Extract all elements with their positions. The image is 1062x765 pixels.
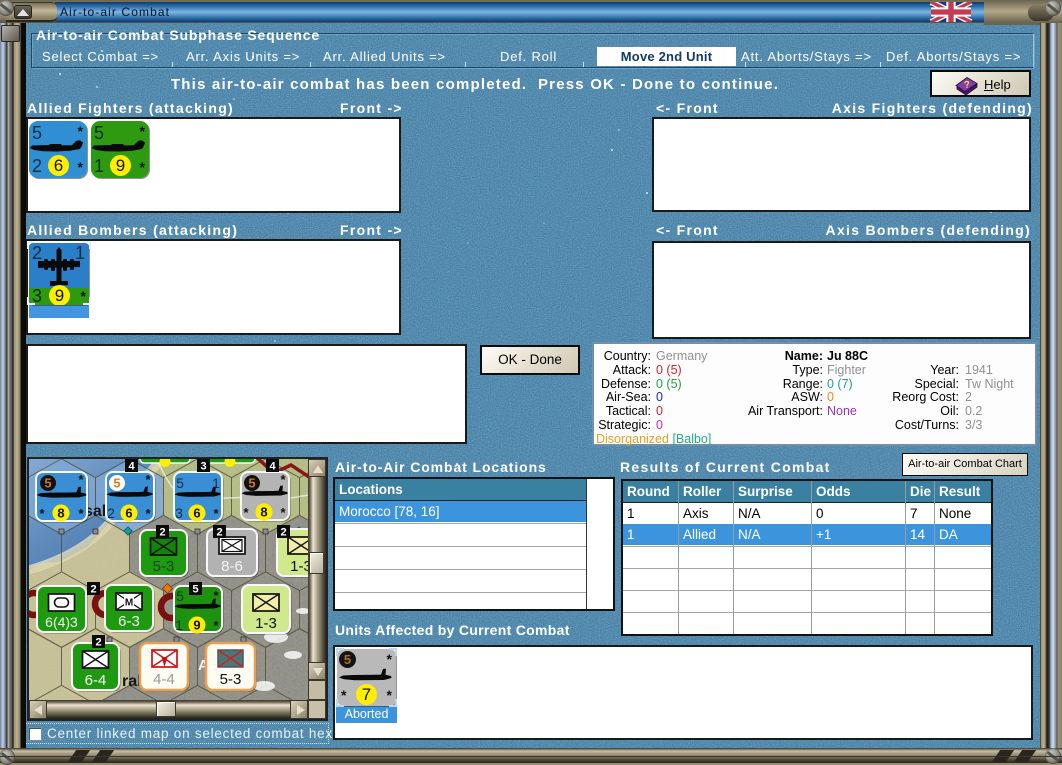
svg-text:8: 8 [260, 505, 267, 520]
svg-text:8-6: 8-6 [221, 558, 243, 575]
svg-text:2: 2 [107, 505, 115, 521]
svg-text:2: 2 [95, 637, 101, 649]
svg-text:5: 5 [192, 584, 198, 596]
svg-text:1-3: 1-3 [255, 615, 277, 632]
svg-text:5: 5 [176, 475, 184, 491]
svg-text:5: 5 [248, 476, 255, 491]
svg-text:6-3: 6-3 [118, 613, 140, 630]
svg-text:5: 5 [176, 588, 184, 604]
svg-text:5: 5 [44, 476, 51, 491]
svg-text:M: M [125, 598, 133, 609]
svg-text:5: 5 [113, 476, 120, 491]
svg-text:1-3: 1-3 [290, 558, 308, 575]
svg-text:9: 9 [193, 618, 200, 633]
svg-text:4: 4 [128, 461, 135, 473]
svg-text:2: 2 [159, 527, 165, 539]
svg-text:6: 6 [193, 506, 200, 521]
svg-text:6-4: 6-4 [85, 672, 107, 689]
svg-text:5-3: 5-3 [153, 558, 175, 575]
svg-text:2: 2 [280, 527, 286, 539]
svg-text:8: 8 [57, 506, 64, 521]
svg-text:6: 6 [125, 506, 132, 521]
svg-text:3: 3 [175, 505, 183, 521]
svg-text:2: 2 [90, 584, 96, 596]
svg-text:6(4)3: 6(4)3 [45, 614, 78, 630]
svg-text:1: 1 [175, 617, 183, 633]
svg-text:4-4: 4-4 [153, 671, 175, 688]
svg-text:5-3: 5-3 [220, 671, 242, 688]
svg-text:2: 2 [216, 527, 222, 539]
svg-text:4: 4 [269, 461, 276, 473]
svg-text:3: 3 [200, 461, 206, 473]
